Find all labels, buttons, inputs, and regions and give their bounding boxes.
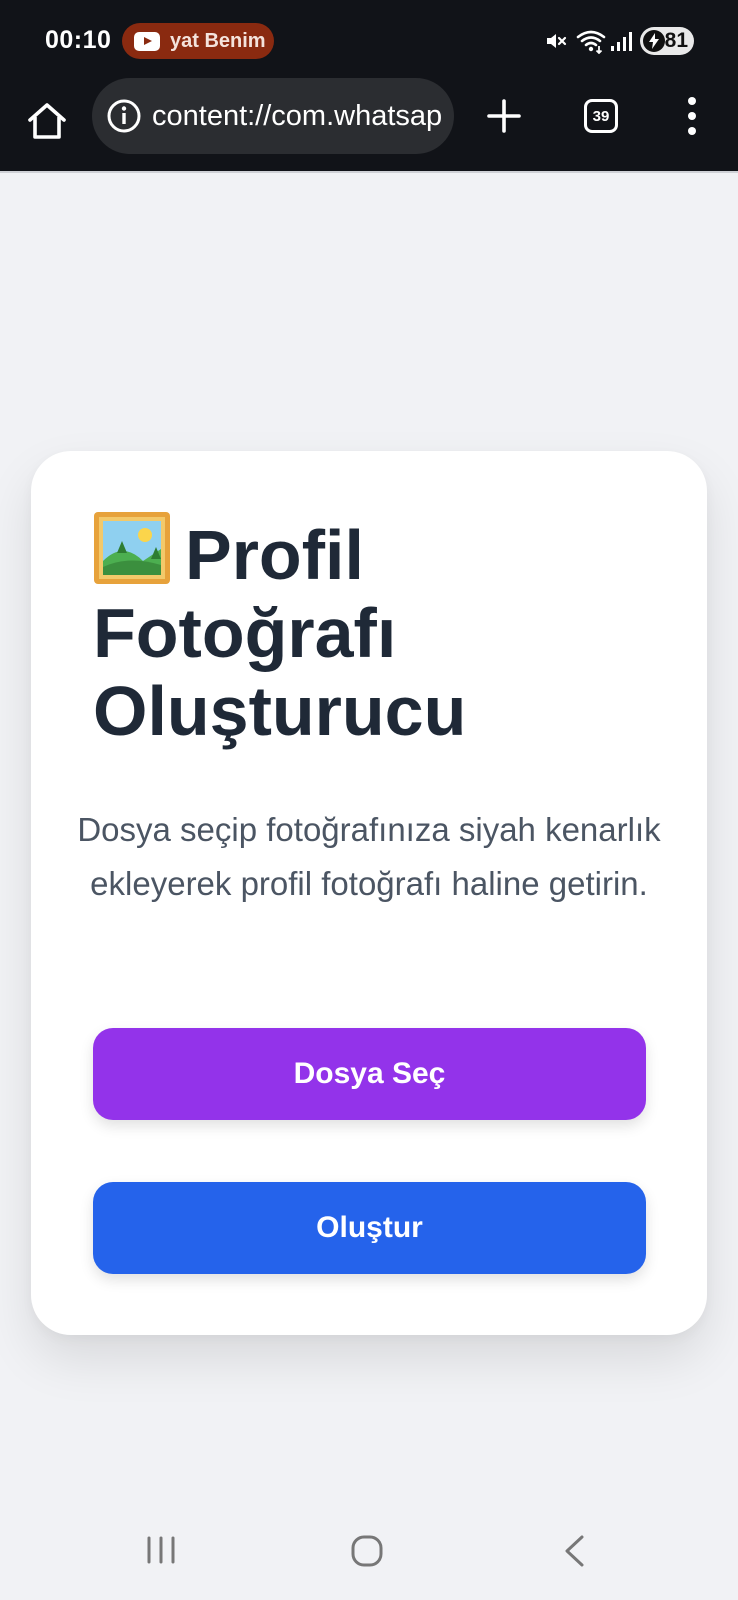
youtube-notification-chip[interactable]: yat Benim bbox=[122, 23, 274, 59]
address-bar[interactable]: content://com.whatsapp bbox=[92, 78, 454, 154]
battery-level: 81 bbox=[664, 29, 688, 52]
create-button[interactable]: Oluştur bbox=[93, 1182, 646, 1274]
more-vert-icon[interactable] bbox=[680, 95, 704, 137]
status-time: 00:10 bbox=[45, 26, 112, 54]
plus-icon[interactable] bbox=[484, 96, 524, 136]
home-circle-icon[interactable] bbox=[350, 1534, 384, 1568]
page-title: Profil Fotoğrafı Oluşturucu bbox=[93, 511, 653, 750]
notification-text: yat Benim bbox=[170, 29, 266, 52]
back-icon[interactable] bbox=[562, 1534, 586, 1568]
url-text[interactable]: content://com.whatsapp bbox=[152, 100, 442, 133]
browser-toolbar: content://com.whatsapp 39 bbox=[0, 78, 738, 171]
signal-icon bbox=[611, 32, 632, 51]
info-icon[interactable] bbox=[106, 98, 142, 134]
home-icon[interactable] bbox=[24, 98, 70, 144]
battery-indicator: 81 bbox=[640, 27, 694, 55]
description-text: Dosya seçip fotoğrafınıza siyah kenarlık… bbox=[77, 811, 661, 902]
system-nav-bar bbox=[0, 1500, 738, 1600]
select-file-button[interactable]: Dosya Seç bbox=[93, 1028, 646, 1120]
wifi-icon bbox=[576, 30, 606, 54]
framed-picture-emoji bbox=[94, 512, 170, 584]
tabs-icon[interactable]: 39 bbox=[584, 99, 618, 133]
mute-icon bbox=[547, 34, 567, 48]
status-bar: 00:10 yat Benim 81 bbox=[0, 0, 738, 78]
toolbar-divider bbox=[0, 171, 738, 173]
battery-charging-icon bbox=[643, 30, 665, 52]
youtube-icon bbox=[134, 31, 160, 51]
generator-card: Profil Fotoğrafı Oluşturucu Dosya seçip … bbox=[31, 451, 707, 1335]
recent-apps-icon[interactable] bbox=[144, 1535, 178, 1565]
